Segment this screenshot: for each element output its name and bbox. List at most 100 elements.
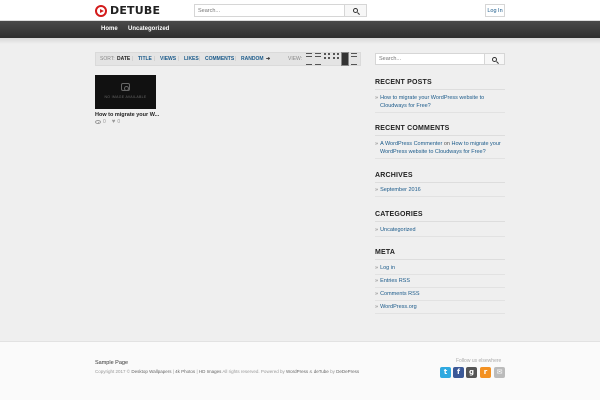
- comment-post-line1[interactable]: How to migrate your: [452, 141, 501, 147]
- follow-label: Follow us elsewhere: [456, 358, 502, 364]
- like-count: 0: [117, 119, 121, 125]
- view-grid-icon[interactable]: [324, 53, 330, 65]
- google-plus-icon[interactable]: g: [466, 367, 477, 378]
- meta-item-login[interactable]: » Log in: [375, 264, 507, 272]
- meta-entries-rss-label[interactable]: Entries RSS: [380, 278, 410, 284]
- recent-comment-item: » A WordPress Commenter on How to migrate…: [375, 140, 507, 156]
- email-icon[interactable]: ✉: [494, 367, 505, 378]
- separator: |: [199, 56, 201, 62]
- view-grid-active-icon[interactable]: [341, 52, 349, 66]
- sort-comments[interactable]: COMMENTS: [205, 53, 234, 65]
- separator: |: [178, 56, 180, 62]
- category-label[interactable]: Uncategorized: [380, 227, 415, 233]
- divider: [375, 274, 505, 275]
- view-list-icon[interactable]: [315, 53, 321, 65]
- post-thumbnail[interactable]: NO IMAGE AVAILABLE: [95, 75, 156, 109]
- site-footer: Sample Page Copyright 2017 © Desktop Wal…: [0, 341, 600, 400]
- header-search: [194, 4, 367, 17]
- search-input[interactable]: [195, 5, 345, 16]
- sep: |: [196, 369, 198, 374]
- sort-date[interactable]: DATE: [117, 53, 130, 65]
- recent-post-line1[interactable]: How to migrate your WordPress website to: [380, 95, 484, 101]
- sort-views[interactable]: VIEWS: [160, 53, 176, 65]
- comment-author[interactable]: A WordPress Commenter: [380, 141, 442, 147]
- camera-icon: [121, 83, 130, 91]
- footer-sample-page-link[interactable]: Sample Page: [95, 360, 128, 366]
- divider: [375, 135, 505, 136]
- divider: [375, 89, 505, 90]
- rights-text: All rights reserved. Powered by: [222, 369, 285, 374]
- bullet-arrow: »: [375, 141, 379, 147]
- bullet-arrow: »: [375, 187, 379, 193]
- sidebar-search-button[interactable]: [484, 54, 504, 64]
- sort-bar: SORT: DATE | TITLE | VIEWS | LIKES | COM…: [95, 52, 361, 66]
- archive-label[interactable]: September 2016: [380, 187, 421, 193]
- bullet-arrow: »: [375, 304, 379, 310]
- view-list-icon[interactable]: [351, 53, 357, 65]
- meta-item-comments-rss[interactable]: » Comments RSS: [375, 290, 507, 298]
- meta-login-label[interactable]: Log in: [380, 265, 395, 271]
- archive-item[interactable]: » September 2016: [375, 186, 507, 194]
- post-title[interactable]: How to migrate your W...: [95, 112, 159, 118]
- meta-item-entries-rss[interactable]: » Entries RSS: [375, 277, 507, 285]
- sidebar-search-input[interactable]: [376, 54, 484, 64]
- comment-post-line2[interactable]: WordPress website to Cloudways for Free?: [375, 149, 486, 155]
- sort-label: SORT:: [100, 56, 115, 62]
- site-logo[interactable]: DETUBE: [95, 4, 160, 17]
- copyright-prefix: Copyright 2017 ©: [95, 369, 131, 374]
- meta-item-wordpress-org[interactable]: » WordPress.org: [375, 303, 507, 311]
- footer-link-dedepress[interactable]: DeDePress: [336, 369, 359, 374]
- divider: [375, 158, 505, 159]
- widget-title-meta: META: [375, 249, 396, 256]
- separator: |: [154, 56, 156, 62]
- twitter-icon[interactable]: t: [440, 367, 451, 378]
- separator: |: [132, 56, 134, 62]
- nav-item-uncategorized[interactable]: Uncategorized: [128, 21, 169, 38]
- widget-title-recent-posts: RECENT POSTS: [375, 79, 432, 86]
- divider: [375, 300, 505, 301]
- footer-link-detube[interactable]: deTube: [314, 369, 329, 374]
- footer-link-desktop-wallpapers[interactable]: Desktop Wallpapers: [131, 369, 171, 374]
- footer-link-4k-photos[interactable]: 4k Photos: [175, 369, 195, 374]
- facebook-icon[interactable]: f: [453, 367, 464, 378]
- meta-wordpress-org-label[interactable]: WordPress.org: [380, 304, 417, 310]
- amp: &: [309, 369, 313, 374]
- divider: [375, 259, 505, 260]
- post-meta: 0 ♥ 0: [95, 119, 120, 125]
- divider: [375, 287, 505, 288]
- bullet-arrow: »: [375, 265, 379, 271]
- view-grid-icon[interactable]: [333, 53, 339, 65]
- footer-copyright: Copyright 2017 © Desktop Wallpapers | 4k…: [95, 369, 359, 374]
- category-item[interactable]: » Uncategorized: [375, 226, 507, 234]
- main-nav: Home Uncategorized: [0, 21, 600, 38]
- bullet-arrow: »: [375, 291, 379, 297]
- nav-shadow: [0, 38, 600, 44]
- search-button[interactable]: [344, 5, 366, 16]
- sort-title[interactable]: TITLE: [138, 53, 152, 65]
- view-count: 0: [103, 119, 106, 125]
- recent-post-item[interactable]: » How to migrate your WordPress website t…: [375, 94, 507, 110]
- view-list-icon[interactable]: [306, 53, 312, 65]
- login-button[interactable]: Log In: [485, 4, 505, 17]
- footer-link-wordpress[interactable]: WordPress: [286, 369, 308, 374]
- top-bar: DETUBE Log In: [0, 0, 600, 21]
- divider: [375, 221, 505, 222]
- separator: |: [235, 56, 237, 62]
- bullet-arrow: »: [375, 227, 379, 233]
- logo-text: DETUBE: [110, 4, 161, 17]
- meta-comments-rss-label[interactable]: Comments RSS: [380, 291, 419, 297]
- widget-title-categories: CATEGORIES: [375, 211, 423, 218]
- nav-item-home[interactable]: Home: [101, 21, 118, 38]
- sort-random[interactable]: RANDOM: [241, 53, 264, 65]
- heart-icon: ♥: [111, 119, 116, 125]
- rss-icon[interactable]: r: [480, 367, 491, 378]
- footer-link-hd-images[interactable]: HD Images: [199, 369, 222, 374]
- divider: [375, 313, 505, 314]
- divider: [375, 112, 505, 113]
- eye-icon: [95, 120, 101, 124]
- random-arrow-icon: ➔: [266, 56, 271, 62]
- sidebar-search: [375, 53, 505, 65]
- sort-likes[interactable]: LIKES: [184, 53, 199, 65]
- recent-post-line2[interactable]: Cloudways for Free?: [375, 103, 431, 109]
- sep: |: [172, 369, 174, 374]
